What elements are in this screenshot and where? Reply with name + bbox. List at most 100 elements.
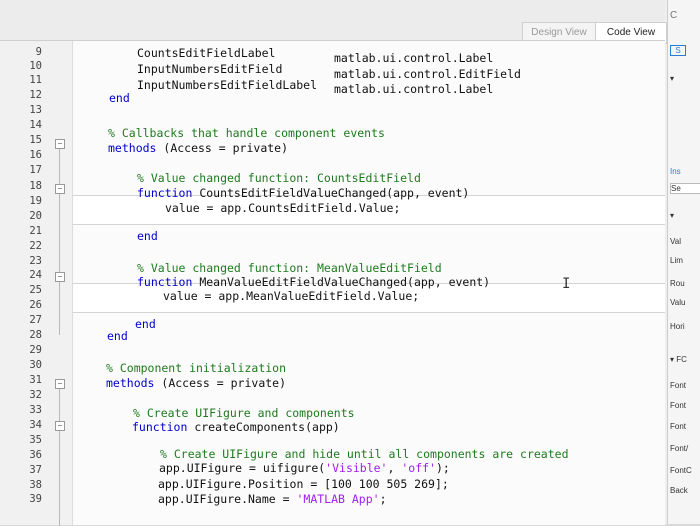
line-number: 26	[29, 299, 42, 311]
line-number: 13	[29, 104, 42, 116]
fold-line	[59, 189, 60, 249]
line-number: 32	[29, 389, 42, 401]
prop-rounding: Rou	[670, 279, 685, 288]
line-number: 10	[29, 60, 42, 72]
code-text: MeanValueEditFieldValueChanged(app, even…	[192, 275, 491, 289]
inspector-tab[interactable]: Ins	[670, 167, 700, 176]
line-number: 22	[29, 240, 42, 252]
line-number: 36	[29, 449, 42, 461]
code-line-17: % Value changed function: CountsEditFiel…	[137, 171, 421, 185]
prop-font-3: Font	[670, 422, 687, 431]
line-number: 37	[29, 464, 42, 476]
code-line-23: % Value changed function: MeanValueEditF…	[137, 261, 442, 275]
fold-toggle[interactable]: −	[55, 421, 65, 431]
line-number: 17	[29, 164, 42, 176]
code-text: ;	[379, 492, 387, 506]
code-line-37: app.UIFigure = uifigure('Visible', 'off'…	[159, 461, 450, 475]
prop-horizontal: Hori	[670, 322, 685, 331]
keyword: function	[132, 420, 188, 434]
editor-toolbar: Design View Code View	[0, 0, 667, 44]
keyword: function	[137, 275, 193, 289]
code-line-11a: InputNumbersEditFieldLabel	[137, 78, 318, 92]
prop-font-1: Font	[670, 381, 687, 390]
line-number: 25	[29, 284, 42, 296]
line-number: 39	[29, 493, 42, 505]
prop-limits: Lim	[670, 256, 683, 265]
collapse-icon[interactable]: ▾	[670, 211, 700, 220]
code-editor[interactable]: 9 10 11 12 13 14 15 16 17 18 19 20 21 22 23 24 25 26 27 28 2…	[0, 40, 665, 526]
prop-font-4: Font/	[670, 444, 689, 453]
code-text: (Access = private)	[154, 376, 287, 390]
code-line-39: app.UIFigure.Name = 'MATLAB App';	[158, 492, 387, 506]
line-number: 11	[29, 74, 42, 86]
code-line-18: function CountsEditFieldValueChanged(app…	[137, 186, 469, 200]
fold-toggle[interactable]: −	[55, 184, 65, 194]
code-line-30: % Component initialization	[106, 361, 287, 375]
line-number: 9	[35, 46, 42, 58]
text-cursor-icon: I	[562, 276, 571, 292]
code-line-24: function MeanValueEditFieldValueChanged(…	[137, 275, 490, 289]
line-number: 23	[29, 255, 42, 267]
code-line-19: value = app.CountsEditField.Value;	[165, 201, 401, 215]
search-field[interactable]: Se	[670, 183, 700, 194]
code-text: CountsEditFieldValueChanged(app, event)	[192, 186, 470, 200]
code-line-27: end	[135, 317, 156, 331]
keyword: methods	[108, 141, 157, 155]
code-line-31: methods (Access = private)	[106, 376, 286, 390]
fold-toggle[interactable]: −	[55, 272, 65, 282]
code-line-10a: InputNumbersEditField	[137, 62, 283, 76]
prop-value: Val	[670, 237, 681, 246]
component-inspector: C S ▾ Ins Se ▾ Val Lim Rou Valu Hori ▾ F…	[667, 0, 700, 524]
keyword: function	[137, 186, 193, 200]
code-line-10b: matlab.ui.control.EditField	[334, 67, 521, 81]
code-text: createComponents(app)	[187, 420, 340, 434]
chevron-down-icon[interactable]: ▾	[670, 74, 700, 83]
line-number: 28	[29, 329, 42, 341]
line-number: 15	[29, 134, 42, 146]
line-number: 31	[29, 374, 42, 386]
line-number: 18	[29, 180, 42, 192]
string-literal: 'Visible'	[325, 461, 388, 475]
prop-font-color: FontC	[670, 466, 692, 475]
code-line-15: methods (Access = private)	[108, 141, 288, 155]
code-line-28: end	[107, 329, 128, 343]
line-number: 19	[29, 195, 42, 207]
code-line-34: function createComponents(app)	[132, 420, 340, 434]
code-line-25: value = app.MeanValueEditField.Value;	[163, 289, 420, 303]
panel-header[interactable]: C	[670, 10, 700, 21]
line-number: 16	[29, 149, 42, 161]
fold-line	[59, 426, 60, 526]
code-text: app.UIFigure = uifigure(	[159, 461, 326, 475]
line-number: 29	[29, 344, 42, 356]
code-text: app.UIFigure.Name =	[158, 492, 297, 506]
line-number: 33	[29, 404, 42, 416]
line-number: 12	[29, 89, 42, 101]
code-line-9b: matlab.ui.control.Label	[334, 51, 494, 65]
line-number: 20	[29, 210, 42, 222]
app-window: Design View Code View 9 10 11 12 13 14 15 16 17 1…	[0, 0, 700, 526]
code-text: );	[435, 461, 450, 475]
string-literal: 'MATLAB App'	[296, 492, 380, 506]
line-number: 14	[29, 119, 42, 131]
code-line-12: end	[109, 91, 130, 105]
line-number: 24	[29, 269, 42, 281]
prop-font-2: Font	[670, 401, 687, 410]
fold-toggle[interactable]: −	[55, 379, 65, 389]
code-text: (Access = private)	[156, 141, 289, 155]
code-line-21: end	[137, 229, 158, 243]
search-button[interactable]: S	[670, 45, 686, 56]
section-font[interactable]: ▾ FC	[670, 355, 700, 364]
line-number: 27	[29, 314, 42, 326]
prop-background: Back	[670, 486, 688, 495]
code-line-36: % Create UIFigure and hide until all com…	[160, 447, 569, 461]
keyword: methods	[106, 376, 155, 390]
prop-value-display: Valu	[670, 298, 686, 307]
code-line-33: % Create UIFigure and components	[133, 406, 355, 420]
string-literal: 'off'	[401, 461, 436, 475]
line-number: 21	[29, 225, 42, 237]
code-line-9a: CountsEditFieldLabel	[137, 46, 276, 60]
code-text: ,	[387, 461, 402, 475]
code-line-14: % Callbacks that handle component events	[108, 126, 385, 140]
line-number: 38	[29, 479, 42, 491]
fold-toggle[interactable]: −	[55, 139, 65, 149]
